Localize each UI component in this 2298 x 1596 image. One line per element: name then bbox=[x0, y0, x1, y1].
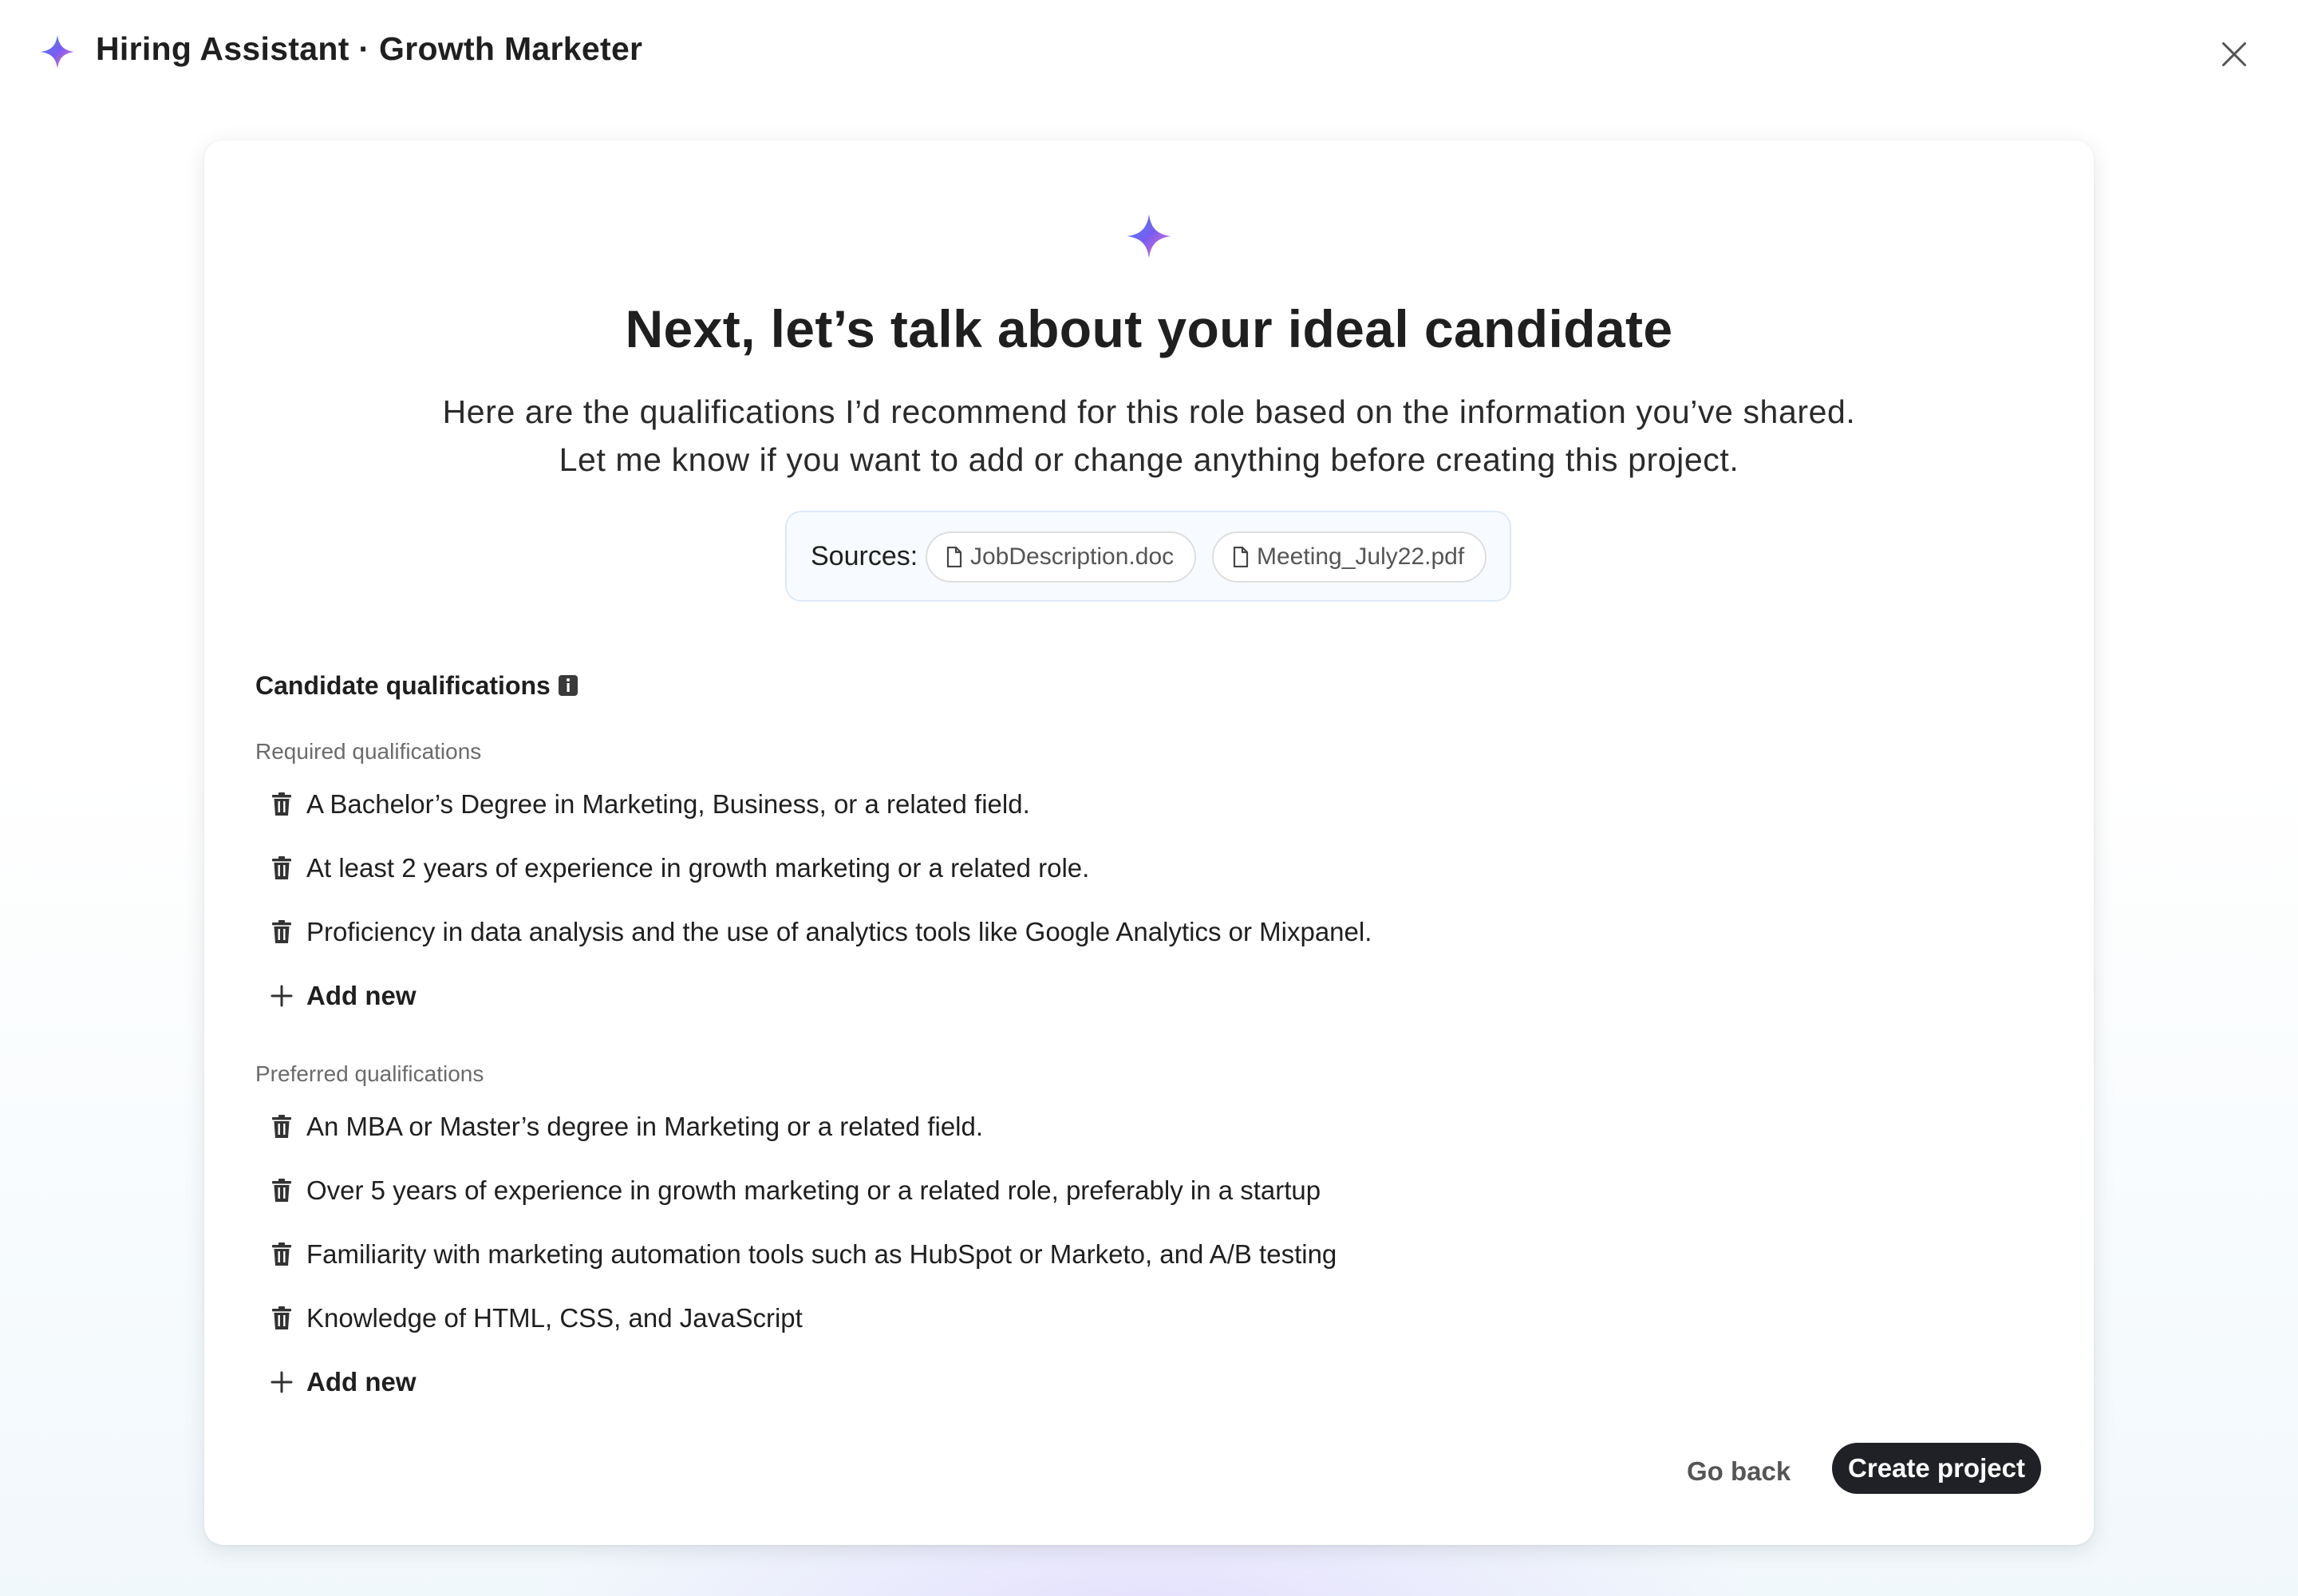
go-back-button[interactable]: Go back bbox=[1687, 1446, 1791, 1497]
sparkle-icon bbox=[1127, 214, 1171, 259]
add-preferred-qualification-button[interactable]: Add new bbox=[268, 1358, 417, 1406]
source-file-chip[interactable]: JobDescription.doc bbox=[926, 531, 1197, 583]
trash-icon bbox=[272, 1242, 291, 1266]
source-file-chip[interactable]: Meeting_July22.pdf bbox=[1212, 531, 1487, 583]
qualification-text: At least 2 years of experience in growth… bbox=[306, 853, 1090, 883]
create-project-button[interactable]: Create project bbox=[1832, 1443, 2041, 1494]
qualifications-card: Next, let’s talk about your ideal candid… bbox=[204, 140, 2094, 1545]
qualification-item: Familiarity with marketing automation to… bbox=[268, 1231, 1337, 1278]
delete-button[interactable] bbox=[268, 1305, 295, 1332]
close-icon bbox=[2222, 42, 2246, 66]
preferred-qualifications-label: Preferred qualifications bbox=[255, 1061, 484, 1086]
delete-button[interactable] bbox=[268, 791, 295, 818]
qualification-item: Over 5 years of experience in growth mar… bbox=[268, 1167, 1321, 1215]
plus-icon bbox=[268, 1369, 295, 1396]
qualification-text: Proficiency in data analysis and the use… bbox=[306, 917, 1372, 946]
sources-panel: Sources: JobDescription.doc Meeting_July… bbox=[785, 511, 1511, 602]
trash-icon bbox=[272, 792, 291, 816]
qualification-item: Knowledge of HTML, CSS, and JavaScript bbox=[268, 1294, 803, 1342]
delete-button[interactable] bbox=[268, 1177, 295, 1204]
qualification-text: A Bachelor’s Degree in Marketing, Busine… bbox=[306, 789, 1030, 819]
delete-button[interactable] bbox=[268, 855, 295, 882]
add-required-qualification-button[interactable]: Add new bbox=[268, 972, 417, 1020]
qualification-text: Knowledge of HTML, CSS, and JavaScript bbox=[306, 1303, 803, 1333]
trash-icon bbox=[272, 1179, 291, 1202]
close-button[interactable] bbox=[2212, 32, 2257, 77]
sparkle-icon bbox=[40, 34, 75, 69]
qualification-text: Familiarity with marketing automation to… bbox=[306, 1239, 1337, 1269]
delete-button[interactable] bbox=[268, 1113, 295, 1140]
document-icon bbox=[1233, 547, 1249, 567]
qualifications-title: Candidate qualifications bbox=[255, 671, 551, 700]
page-subtext: Here are the qualifications I’d recommen… bbox=[442, 393, 1856, 478]
source-file-name: Meeting_July22.pdf bbox=[1257, 543, 1465, 570]
document-icon bbox=[946, 547, 962, 567]
qualification-text: Over 5 years of experience in growth mar… bbox=[306, 1175, 1321, 1205]
trash-icon bbox=[272, 920, 291, 943]
add-new-label: Add new bbox=[306, 1367, 417, 1396]
qualification-item: Proficiency in data analysis and the use… bbox=[268, 908, 1372, 956]
source-file-name: JobDescription.doc bbox=[970, 543, 1175, 570]
page-heading: Next, let’s talk about your ideal candid… bbox=[625, 299, 1673, 358]
info-icon[interactable] bbox=[559, 675, 578, 696]
trash-icon bbox=[272, 1306, 291, 1329]
trash-icon bbox=[272, 1115, 291, 1138]
sources-label: Sources: bbox=[811, 541, 918, 571]
delete-button[interactable] bbox=[268, 1241, 295, 1268]
qualification-item: At least 2 years of experience in growth… bbox=[268, 844, 1089, 892]
app-title: Hiring Assistant · Growth Marketer bbox=[96, 30, 643, 67]
qualification-item: An MBA or Master’s degree in Marketing o… bbox=[268, 1103, 983, 1151]
trash-icon bbox=[272, 856, 291, 879]
top-bar: Hiring Assistant · Growth Marketer bbox=[0, 0, 2298, 104]
required-qualifications-label: Required qualifications bbox=[255, 739, 482, 764]
plus-icon bbox=[268, 982, 295, 1009]
add-new-label: Add new bbox=[306, 981, 417, 1010]
delete-button[interactable] bbox=[268, 918, 295, 946]
qualification-text: An MBA or Master’s degree in Marketing o… bbox=[306, 1112, 984, 1141]
qualification-item: A Bachelor’s Degree in Marketing, Busine… bbox=[268, 780, 1030, 828]
